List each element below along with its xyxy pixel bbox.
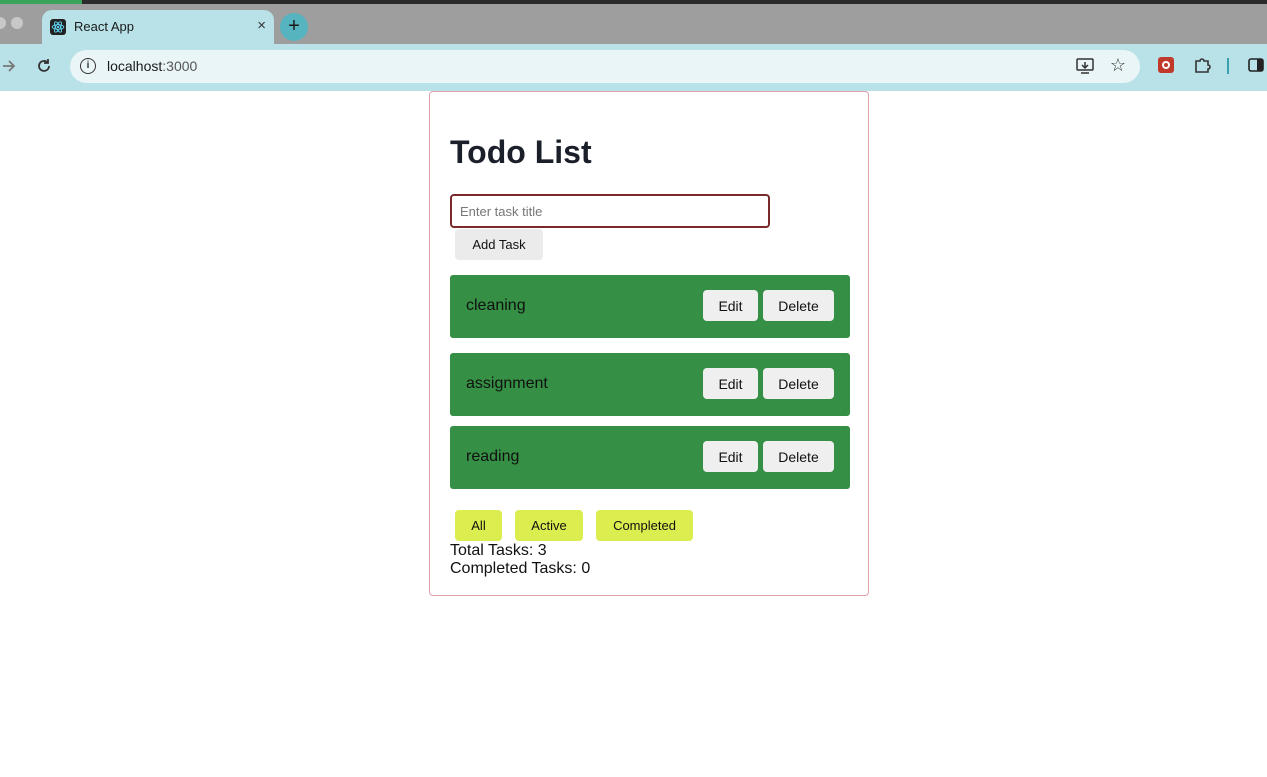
reload-icon[interactable] — [36, 58, 52, 79]
task-title: reading — [466, 448, 520, 465]
todo-card: Todo List Add Task cleaning Edit Delete … — [429, 91, 869, 596]
filter-active-button[interactable]: Active — [515, 510, 583, 541]
task-title: assignment — [466, 375, 548, 392]
edit-button[interactable]: Edit — [703, 441, 758, 472]
delete-button[interactable]: Delete — [763, 368, 834, 399]
puzzle-icon[interactable] — [1193, 56, 1211, 79]
filter-completed-button[interactable]: Completed — [596, 510, 693, 541]
completed-tasks-count: Completed Tasks: 0 — [450, 560, 591, 577]
side-panel-icon[interactable] — [1247, 56, 1265, 79]
total-tasks-count: Total Tasks: 3 — [450, 542, 547, 559]
tab-bar: React App × + — [0, 4, 1267, 44]
star-icon[interactable]: ☆ — [1110, 55, 1126, 76]
browser-toolbar: i localhost:3000 ☆ — [0, 44, 1267, 91]
tab-title: React App — [74, 19, 134, 34]
extension-icon[interactable] — [1157, 56, 1175, 79]
new-tab-button[interactable]: + — [280, 13, 308, 41]
task-item: assignment Edit Delete — [450, 353, 850, 416]
task-title-input[interactable] — [450, 194, 770, 228]
window-control-dot[interactable] — [0, 17, 6, 29]
edit-button[interactable]: Edit — [703, 368, 758, 399]
window-control-dot[interactable] — [11, 17, 23, 29]
install-icon[interactable] — [1076, 57, 1094, 80]
forward-icon[interactable] — [2, 58, 16, 79]
edit-button[interactable]: Edit — [703, 290, 758, 321]
add-task-button[interactable]: Add Task — [455, 229, 543, 260]
info-icon[interactable]: i — [80, 58, 96, 74]
filter-all-button[interactable]: All — [455, 510, 502, 541]
toolbar-divider — [1227, 58, 1229, 74]
close-tab-icon[interactable]: × — [257, 17, 266, 34]
address-bar[interactable]: i localhost:3000 ☆ — [70, 50, 1140, 83]
browser-tab[interactable]: React App × — [42, 10, 274, 44]
task-item: reading Edit Delete — [450, 426, 850, 489]
task-item: cleaning Edit Delete — [450, 275, 850, 338]
delete-button[interactable]: Delete — [763, 441, 834, 472]
react-icon — [50, 19, 66, 35]
delete-button[interactable]: Delete — [763, 290, 834, 321]
url-text[interactable]: localhost:3000 — [107, 58, 197, 74]
page-title: Todo List — [450, 134, 592, 170]
task-title: cleaning — [466, 297, 526, 314]
